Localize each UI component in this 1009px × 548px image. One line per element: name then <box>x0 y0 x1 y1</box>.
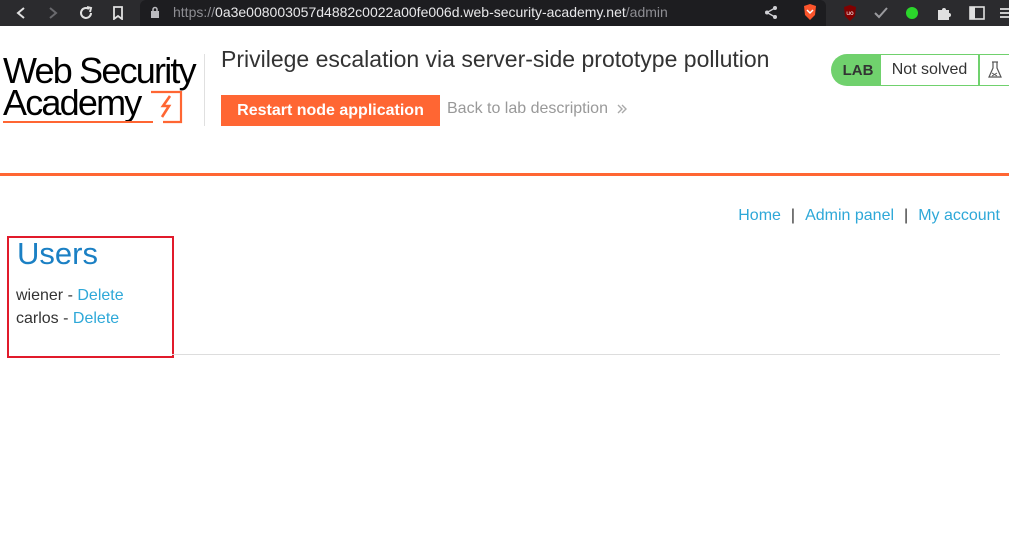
logo-underline <box>3 121 153 123</box>
svg-text:uo: uo <box>846 10 854 17</box>
lab-status-tag: LAB <box>831 54 885 86</box>
nav-my-account-link[interactable]: My account <box>918 207 1000 224</box>
ublock-icon[interactable]: uo <box>840 3 860 23</box>
web-security-academy-logo[interactable]: Web Security Academy <box>3 52 203 128</box>
delete-user-carlos-link[interactable]: Delete <box>73 310 119 327</box>
logo-divider <box>204 54 205 126</box>
users-heading: Users <box>17 236 98 271</box>
nav-separator: | <box>790 207 796 224</box>
header-divider <box>0 173 1009 176</box>
bookmark-icon[interactable] <box>103 0 133 26</box>
username: wiener <box>16 287 64 304</box>
forward-nav-icon[interactable] <box>38 0 68 26</box>
menu-icon[interactable] <box>995 3 1009 23</box>
lab-title: Privilege escalation via server-side pro… <box>221 46 770 72</box>
puzzle-extensions-icon[interactable] <box>934 3 954 23</box>
brave-shield-icon[interactable] <box>802 3 818 21</box>
nav-separator: | <box>904 207 909 224</box>
green-extension-icon[interactable] <box>902 3 922 23</box>
restart-node-application-button[interactable]: Restart node application <box>221 95 440 126</box>
lab-status-text: Not solved <box>881 54 979 86</box>
logo-line-2: Academy <box>3 82 142 123</box>
lock-icon <box>151 6 159 18</box>
content-divider <box>172 354 1000 355</box>
user-row-wiener: wiener - Delete <box>16 287 124 304</box>
back-to-lab-description-link[interactable]: Back to lab description <box>447 100 628 118</box>
back-link-label[interactable]: Back to lab description <box>447 100 608 118</box>
lab-status-widget: LAB Not solved <box>831 54 1009 86</box>
reload-icon[interactable] <box>71 0 101 26</box>
url-text[interactable]: https://0a3e008003057d4882c0022a00fe006d… <box>173 4 668 20</box>
username: carlos <box>16 310 59 327</box>
checkmark-extension-icon[interactable] <box>871 3 891 23</box>
site-nav: Home | Admin panel | My account <box>738 207 1000 225</box>
back-nav-icon[interactable] <box>6 0 36 26</box>
address-bar[interactable]: https://0a3e008003057d4882c0022a00fe006d… <box>140 0 826 26</box>
browser-toolbar: https://0a3e008003057d4882c0022a00fe006d… <box>0 0 1009 26</box>
nav-home-link[interactable]: Home <box>738 207 781 224</box>
sidebar-toggle-icon[interactable] <box>967 3 987 23</box>
flask-icon <box>979 54 1009 86</box>
academy-bolt-icon <box>151 90 183 124</box>
user-row-carlos: carlos - Delete <box>16 310 120 327</box>
double-chevron-right-icon <box>617 104 627 114</box>
nav-admin-panel-link[interactable]: Admin panel <box>805 207 894 224</box>
share-icon[interactable] <box>764 5 778 20</box>
delete-user-wiener-link[interactable]: Delete <box>77 287 123 304</box>
